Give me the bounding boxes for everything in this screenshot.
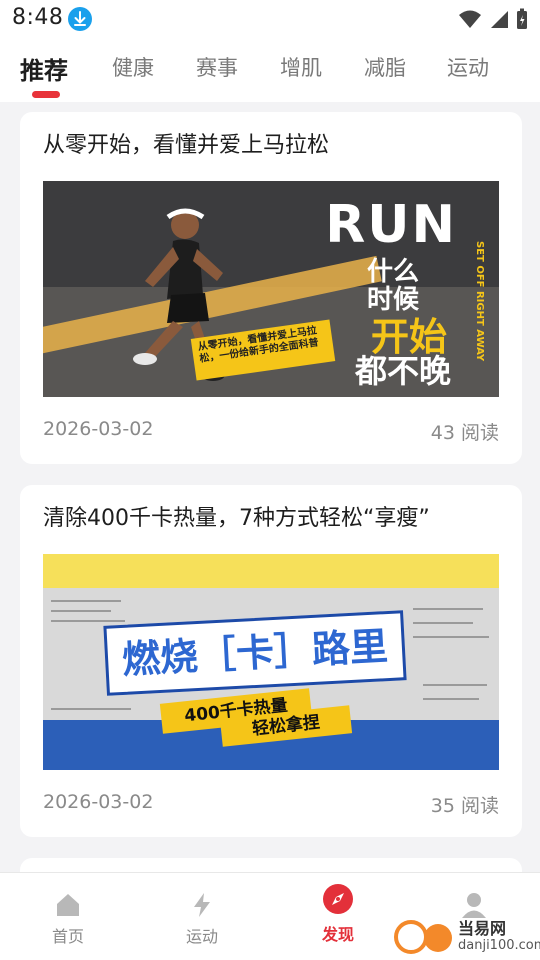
watermark-url: danji100.com [458,938,540,953]
tab-fat-loss[interactable]: 减脂 [364,52,406,82]
battery-icon [517,8,527,29]
nav-label: 发现 [321,925,354,944]
tab-sports[interactable]: 运动 [447,52,489,82]
article-card[interactable]: 从零开始，看懂并爱上马拉松 从零开始，看懂并爱上马拉松，一份给新手的全面科普 R… [20,112,522,464]
article-feed[interactable]: 从零开始，看懂并爱上马拉松 从零开始，看懂并爱上马拉松，一份给新手的全面科普 R… [0,102,540,872]
article-card[interactable] [20,858,522,872]
home-icon [57,894,79,916]
nav-sports[interactable]: 运动 [142,873,262,960]
signal-icon [491,11,508,28]
tab-muscle[interactable]: 增肌 [280,52,322,82]
active-tab-indicator [32,91,60,98]
article-title[interactable]: 清除400千卡热量，7种方式轻松“享瘦” [43,500,430,532]
article-read-count: 43 阅读 [430,422,499,444]
status-bar: 8:48 [0,0,540,38]
nav-label: 首页 [51,927,84,946]
article-cover-image[interactable]: 燃烧［卡］路里 400千卡热量 轻松拿捏 [43,554,499,770]
watermark-logo [394,920,428,954]
status-icons [458,7,528,31]
article-read-count: 35 阅读 [430,795,499,817]
nav-label: 运动 [185,927,218,946]
watermark-logo [424,924,452,952]
article-title[interactable]: 从零开始，看懂并爱上马拉松 [43,127,329,159]
lightning-icon [194,893,210,917]
watermark-name: 当易网 [458,919,507,938]
nav-discover[interactable]: 发现 [278,873,398,960]
cover-line-part: 都 [354,352,387,390]
tab-health[interactable]: 健康 [112,52,154,82]
article-card[interactable]: 清除400千卡热量，7种方式轻松“享瘦” 燃烧［卡］路里 400千卡热量 轻松拿… [20,485,522,837]
download-notification-icon [68,7,92,31]
cover-headline: RUN [325,195,457,255]
category-tab-bar: 推荐 健康 赛事 增肌 减脂 运动 [0,38,540,102]
cover-line: 都不晚 [355,346,451,392]
article-date: 2026-03-02 [43,791,154,813]
status-time: 8:48 [12,5,64,30]
article-cover-image[interactable]: 从零开始，看懂并爱上马拉松，一份给新手的全面科普 RUN 什么 时候 开始 都不… [43,181,499,397]
compass-icon [323,884,353,914]
nav-home[interactable]: 首页 [8,873,128,960]
cover-line-part: 不晚 [386,352,451,390]
tab-events[interactable]: 赛事 [196,52,238,82]
tab-recommended[interactable]: 推荐 [20,51,68,86]
article-date: 2026-03-02 [43,418,154,440]
cover-side-text: SET OFF RIGHT AWAY [474,241,485,362]
wifi-icon [459,10,481,28]
